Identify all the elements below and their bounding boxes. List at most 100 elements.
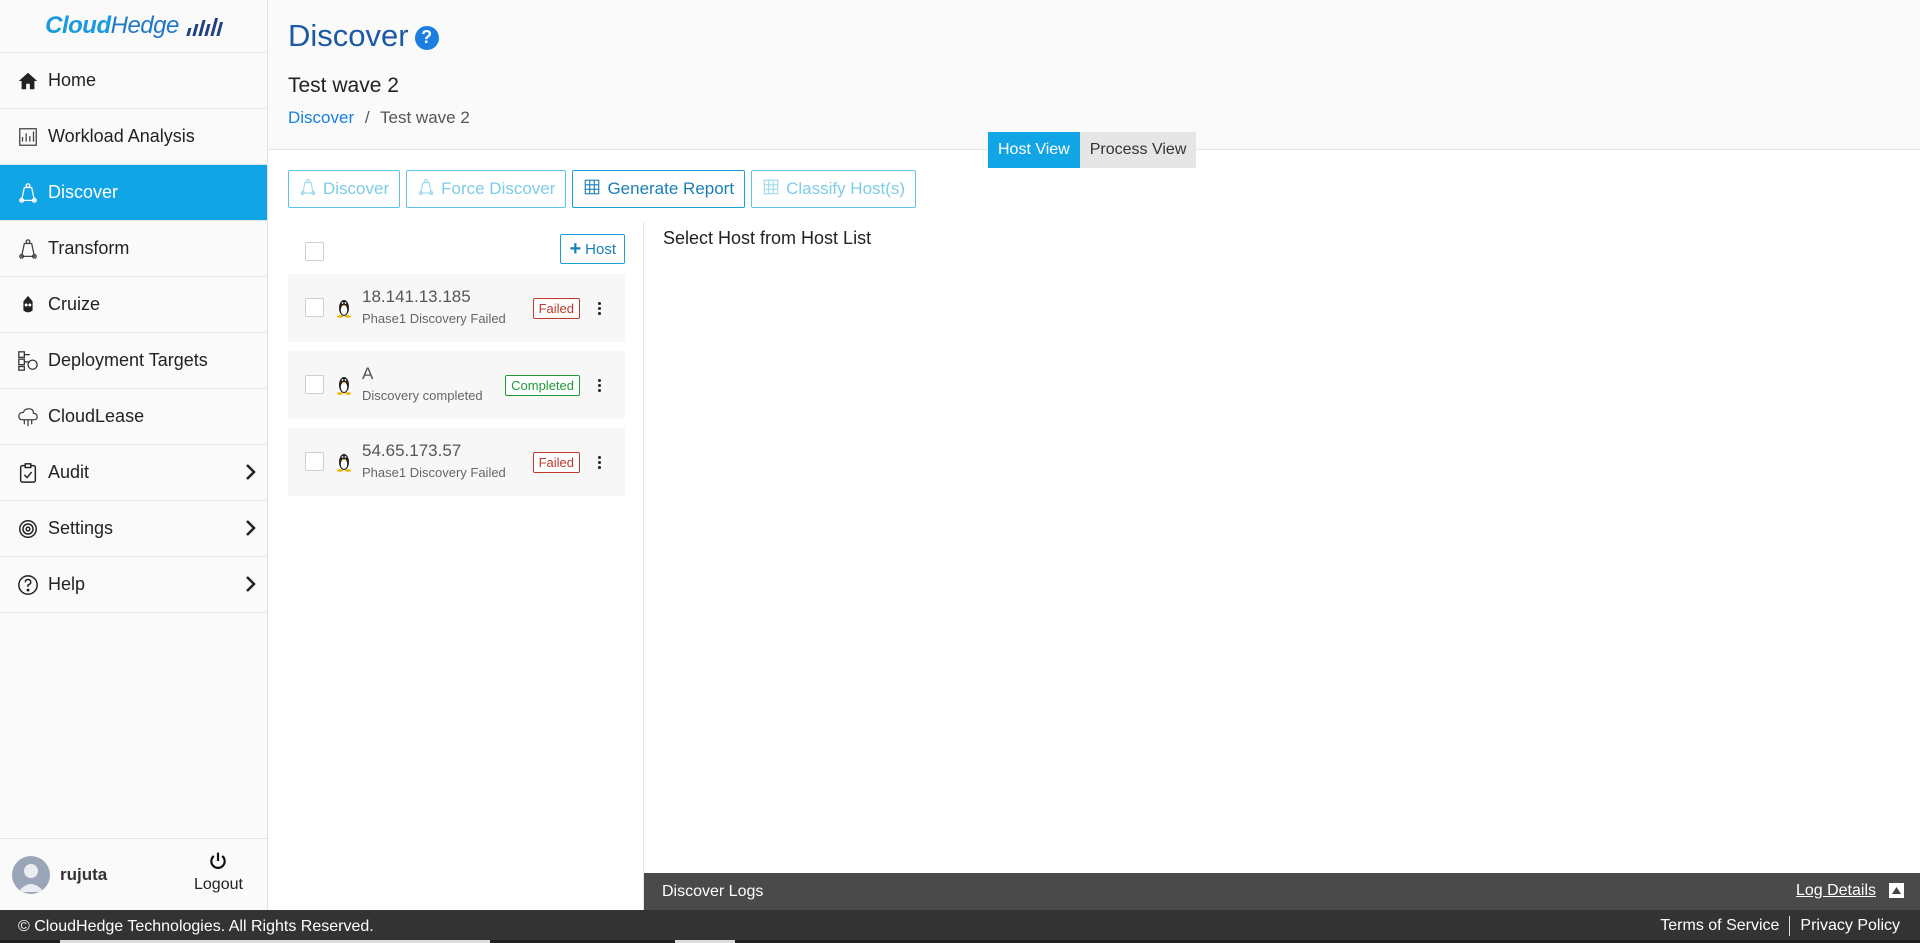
plus-icon: + <box>569 238 582 260</box>
discover-button[interactable]: Discover <box>288 170 401 208</box>
sidebar-item-transform[interactable]: Transform <box>0 221 267 277</box>
avatar[interactable] <box>12 855 50 894</box>
page-title: Discover ? <box>288 18 439 54</box>
sidebar: CloudHedge Home Workload Analysis Discov… <box>0 0 268 910</box>
view-toggle: Host View Process View <box>988 132 1197 168</box>
log-details-link[interactable]: Log Details <box>1796 882 1876 900</box>
deployment-icon <box>16 349 40 373</box>
gear-icon <box>16 517 40 541</box>
breadcrumb: Discover / Test wave 2 <box>288 108 470 128</box>
host-list: + Host 18.141.13.185 Phase1 Discovery Fa… <box>288 228 625 505</box>
select-all-checkbox[interactable] <box>305 242 324 261</box>
sidebar-item-deployment-targets[interactable]: Deployment Targets <box>0 333 267 389</box>
classify-icon <box>762 178 780 201</box>
status-badge: Completed <box>505 375 580 396</box>
process-view-button[interactable]: Process View <box>1079 132 1197 168</box>
discover-button-label: Discover <box>323 179 390 198</box>
status-badge: Failed <box>532 298 580 319</box>
logout-label: Logout <box>194 876 243 893</box>
chevron-right-icon <box>245 575 257 598</box>
linux-icon <box>336 375 352 400</box>
host-checkbox[interactable] <box>305 298 324 317</box>
sidebar-item-label: Audit <box>48 462 90 482</box>
chevron-right-icon <box>245 519 257 542</box>
page-header: Discover ? Test wave 2 Discover / Test w… <box>268 0 1920 168</box>
report-icon <box>583 178 601 201</box>
host-list-header: + Host <box>288 228 625 274</box>
sidebar-item-label: Discover <box>48 182 119 202</box>
kebab-menu-icon[interactable] <box>591 452 607 472</box>
sidebar-item-cloudlease[interactable]: CloudLease <box>0 389 267 445</box>
robot-icon <box>16 293 40 317</box>
linux-icon <box>336 452 352 477</box>
host-row[interactable]: 18.141.13.185 Phase1 Discovery Failed Fa… <box>288 274 625 342</box>
discover-icon <box>16 181 40 205</box>
sidebar-item-help[interactable]: Help <box>0 557 267 613</box>
chevron-right-icon <box>245 463 257 486</box>
host-view-button[interactable]: Host View <box>988 132 1080 168</box>
logo-text: CloudHedge <box>45 12 179 39</box>
sidebar-item-discover[interactable]: Discover <box>0 165 267 221</box>
host-checkbox[interactable] <box>305 452 324 471</box>
panel-divider <box>643 222 644 910</box>
power-icon <box>194 851 243 876</box>
terms-of-service-link[interactable]: Terms of Service <box>1660 917 1779 935</box>
host-row[interactable]: 54.65.173.57 Phase1 Discovery Failed Fai… <box>288 428 625 496</box>
user-area: rujuta Logout <box>0 838 267 910</box>
discover-logs-bar[interactable]: Discover Logs Log Details <box>644 873 1920 910</box>
classify-hosts-button-label: Classify Host(s) <box>786 179 906 198</box>
breadcrumb-current: Test wave 2 <box>380 108 470 127</box>
logs-title: Discover Logs <box>662 882 764 900</box>
logo-bars-icon <box>186 16 224 36</box>
page-title-text: Discover <box>288 18 409 53</box>
help-icon[interactable]: ? <box>414 25 439 50</box>
add-host-label: Host <box>585 240 616 258</box>
logo[interactable]: CloudHedge <box>0 0 267 53</box>
host-row[interactable]: A Discovery completed Completed <box>288 351 625 419</box>
sidebar-item-home[interactable]: Home <box>0 53 267 109</box>
force-discover-button[interactable]: Force Discover <box>406 170 567 208</box>
add-host-button[interactable]: + Host <box>560 234 625 264</box>
copyright: © CloudHedge Technologies. All Rights Re… <box>18 917 374 935</box>
classify-hosts-button[interactable]: Classify Host(s) <box>751 170 917 208</box>
kebab-menu-icon[interactable] <box>591 375 607 395</box>
sidebar-item-audit[interactable]: Audit <box>0 445 267 501</box>
sidebar-item-label: Home <box>48 70 97 90</box>
host-detail-placeholder: Select Host from Host List <box>663 228 872 248</box>
home-icon <box>16 69 40 93</box>
kebab-menu-icon[interactable] <box>591 298 607 318</box>
expand-up-icon[interactable] <box>1889 883 1904 898</box>
sidebar-item-label: Cruize <box>48 294 101 314</box>
sidebar-item-label: CloudLease <box>48 406 145 426</box>
question-icon <box>16 573 40 597</box>
transform-icon <box>16 237 40 261</box>
host-name: A <box>362 364 374 383</box>
generate-report-button-label: Generate Report <box>607 179 735 198</box>
sidebar-item-label: Workload Analysis <box>48 126 195 146</box>
analysis-icon <box>16 125 40 149</box>
status-badge: Failed <box>532 452 580 473</box>
privacy-policy-link[interactable]: Privacy Policy <box>1800 917 1900 935</box>
sidebar-item-label: Help <box>48 574 86 594</box>
username: rujuta <box>60 864 108 884</box>
footer-links: Terms of Service Privacy Policy <box>1660 916 1900 936</box>
logout-button[interactable]: Logout <box>194 851 243 894</box>
breadcrumb-link-discover[interactable]: Discover <box>288 108 354 127</box>
sidebar-item-label: Transform <box>48 238 130 258</box>
sidebar-item-label: Deployment Targets <box>48 350 208 370</box>
host-name: 18.141.13.185 <box>362 287 471 306</box>
generate-report-button[interactable]: Generate Report <box>572 170 746 208</box>
sidebar-item-settings[interactable]: Settings <box>0 501 267 557</box>
host-checkbox[interactable] <box>305 375 324 394</box>
force-discover-icon <box>417 178 435 201</box>
cloud-icon <box>16 405 40 429</box>
host-status-text: Discovery completed <box>362 388 483 403</box>
host-status-text: Phase1 Discovery Failed <box>362 311 506 326</box>
sidebar-item-cruize[interactable]: Cruize <box>0 277 267 333</box>
toolbar: Discover Force Discover Generate Report … <box>288 170 917 208</box>
footer: © CloudHedge Technologies. All Rights Re… <box>0 910 1920 943</box>
sidebar-item-workload-analysis[interactable]: Workload Analysis <box>0 109 267 165</box>
breadcrumb-separator: / <box>364 108 370 127</box>
clipboard-icon <box>16 461 40 485</box>
wave-title: Test wave 2 <box>288 74 399 97</box>
